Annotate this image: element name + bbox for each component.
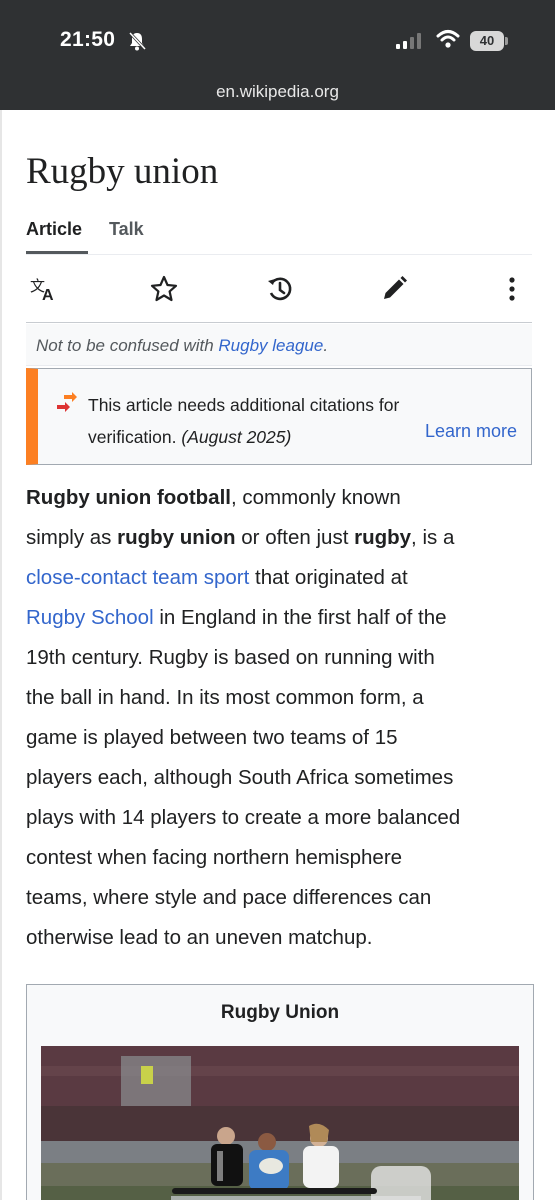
battery-level: 40: [470, 31, 504, 51]
lead-text: , commonly known: [230, 486, 401, 509]
page-title: Rugby union: [26, 151, 219, 192]
lead-line-2: simply as rugby union or often just rugb…: [26, 518, 541, 558]
hatnote-prefix: Not to be confused with: [36, 336, 219, 355]
home-indicator[interactable]: [172, 1188, 377, 1194]
hatnote: Not to be confused with Rugby league.: [26, 324, 532, 366]
lead-line-5: 19th century. Rugby is based on running …: [26, 646, 435, 669]
hatnote-link-rugby-league[interactable]: Rugby league: [218, 336, 323, 355]
hatnote-suffix: .: [323, 336, 329, 355]
article-page: Rugby union Article Talk 文 A Not to be c: [0, 110, 555, 1200]
page-actions-toolbar: 文 A: [26, 255, 532, 323]
battery-nub: [505, 37, 508, 45]
lead-line-3: close-contact team sport that originated…: [26, 558, 541, 598]
notice-line-2: verification.: [88, 427, 177, 447]
citation-notice-box: This article needs additional citations …: [26, 368, 532, 465]
status-bar: 21:50 40 en.wikipedia.org: [0, 0, 555, 110]
lead-line-10: contest when facing northern hemisphere: [26, 846, 403, 869]
lead-text: simply as: [26, 526, 118, 549]
lead-line-1: Rugby union football, commonly known: [26, 478, 541, 518]
lead-line-8: players each, although South Africa some…: [26, 766, 454, 789]
lead-line-7: game is played between two teams of 15: [26, 726, 398, 749]
watch-star-icon[interactable]: [148, 273, 180, 305]
lead-bold-1: Rugby union football: [26, 486, 231, 509]
rugby-match-photo[interactable]: [41, 1046, 519, 1200]
wifi-icon: [436, 30, 460, 48]
battery-indicator: 40: [470, 31, 510, 51]
lead-text: , is a: [411, 526, 455, 549]
lead-line-9: plays with 14 players to create a more b…: [26, 806, 461, 829]
svg-text:A: A: [42, 287, 54, 304]
lead-bold-3: rugby: [354, 526, 412, 549]
cellular-signal-icon: [396, 33, 421, 49]
learn-more-link[interactable]: Learn more: [425, 421, 517, 442]
lead-line-6: the ball in hand. In its most common for…: [26, 686, 424, 709]
tab-talk[interactable]: Talk: [109, 219, 144, 240]
lead-line-4: Rugby School in England in the first hal…: [26, 598, 541, 638]
lead-paragraph: Rugby union football, commonly known sim…: [26, 478, 541, 958]
more-menu-icon[interactable]: [496, 273, 528, 305]
notice-line-1: This article needs additional citations …: [88, 395, 400, 415]
address-bar-url[interactable]: en.wikipedia.org: [0, 82, 555, 102]
link-rugby-school[interactable]: Rugby School: [26, 606, 154, 629]
namespace-tabs: Article Talk: [26, 217, 532, 255]
lead-text: that originated at: [249, 566, 408, 589]
clock: 21:50: [60, 28, 116, 51]
edit-pencil-icon[interactable]: [378, 273, 410, 305]
active-tab-indicator: [26, 251, 88, 254]
lead-line-11: teams, where style and pace differences …: [26, 886, 432, 909]
notice-date: (August 2025): [181, 427, 292, 447]
lead-text: or often just: [235, 526, 355, 549]
lead-bold-2: rugby union: [117, 526, 236, 549]
lead-text: in England in the first half of the: [153, 606, 447, 629]
link-close-contact-team-sport[interactable]: close-contact team sport: [26, 566, 249, 589]
translate-icon[interactable]: 文 A: [28, 273, 60, 305]
history-icon[interactable]: [264, 273, 296, 305]
citation-needed-icon: [57, 392, 77, 412]
infobox-title: Rugby Union: [220, 1002, 340, 1023]
lead-line-12: otherwise lead to an uneven matchup.: [26, 926, 373, 949]
silent-bell-icon: [128, 31, 147, 51]
infobox: Rugby Union: [26, 984, 534, 1200]
tab-article[interactable]: Article: [26, 219, 82, 240]
